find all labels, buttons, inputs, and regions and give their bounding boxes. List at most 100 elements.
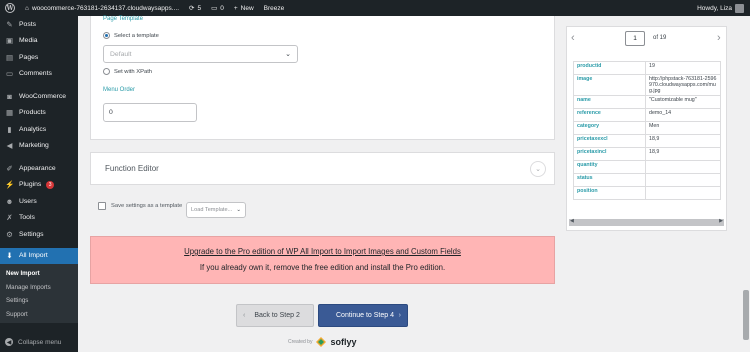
updates-link[interactable]: ⟳ 5	[184, 0, 206, 16]
comments-link[interactable]: ▭ 0	[206, 0, 229, 16]
woocommerce-icon: ◙	[7, 91, 12, 101]
site-name-link[interactable]: ⌂ woocommerce-763181-2634137.cloudwaysap…	[20, 0, 184, 16]
xpath-radio[interactable]: Set with XPath	[103, 68, 152, 75]
field-key[interactable]: quantity	[573, 160, 646, 174]
table-row: position	[573, 186, 721, 200]
field-key[interactable]: reference	[573, 108, 646, 122]
field-value[interactable]: Men	[645, 121, 721, 135]
sidebar-item-users[interactable]: ☻ Users	[0, 193, 78, 210]
field-key[interactable]: image	[573, 74, 646, 96]
field-key[interactable]: pricetaxincl	[573, 147, 646, 161]
sidebar-item-tools[interactable]: ✗ Tools	[0, 210, 78, 227]
scroll-right-icon[interactable]: ▶	[719, 218, 723, 224]
field-value[interactable]: 19	[645, 61, 721, 75]
sidebar-item-analytics[interactable]: ▮ Analytics	[0, 121, 78, 138]
account-menu[interactable]: Howdy, Liza	[697, 3, 750, 13]
preview-page-input[interactable]: 1	[625, 31, 645, 46]
table-row: category Men	[573, 121, 721, 135]
field-value[interactable]: 18,9	[645, 147, 721, 161]
sidebar-item-settings[interactable]: ⚙ Settings	[0, 226, 78, 243]
settings-icon: ⚙	[6, 229, 13, 239]
sidebar-item-label: All Import	[19, 252, 48, 260]
new-label: New	[240, 4, 254, 12]
chevron-right-icon[interactable]: ›	[717, 32, 721, 44]
continue-button[interactable]: Continue to Step 4 ›	[318, 304, 408, 327]
sidebar-item-comments[interactable]: ▭ Comments	[0, 66, 78, 83]
back-button[interactable]: ‹ Back to Step 2	[236, 304, 314, 327]
menu-order-input[interactable]: 0	[103, 103, 197, 122]
submenu-new-import[interactable]: New Import	[0, 267, 78, 281]
save-settings-row[interactable]: Save settings as a template	[98, 202, 182, 210]
collapse-menu-button[interactable]: ◀ Collapse menu	[5, 338, 61, 346]
created-by-text: Created by	[288, 339, 313, 345]
collapse-label: Collapse menu	[18, 338, 62, 346]
field-key[interactable]: status	[573, 173, 646, 187]
radio-unchecked-icon	[103, 68, 110, 75]
sidebar-item-appearance[interactable]: ✐ Appearance	[0, 160, 78, 177]
table-row: name "Customizable mug"	[573, 95, 721, 109]
submenu-manage-imports[interactable]: Manage Imports	[0, 281, 78, 295]
function-editor-panel[interactable]: Function Editor ⌄	[90, 152, 555, 185]
sidebar-item-posts[interactable]: ✎ Posts	[0, 16, 78, 33]
field-value[interactable]	[645, 173, 721, 187]
soflyy-brand[interactable]: soflyy	[330, 337, 356, 347]
scrollbar-thumb[interactable]	[743, 290, 749, 340]
field-key[interactable]: category	[573, 121, 646, 135]
sidebar-item-media[interactable]: ▣ Media	[0, 33, 78, 50]
sidebar-item-marketing[interactable]: ◀ Marketing	[0, 138, 78, 155]
media-icon: ▣	[5, 36, 14, 46]
template-select[interactable]: Default ⌄	[103, 45, 298, 63]
table-row: pricetaxincl 18,9	[573, 147, 721, 161]
sidebar-item-label: Pages	[19, 53, 39, 61]
home-icon: ⌂	[25, 4, 29, 12]
field-key[interactable]: name	[573, 95, 646, 109]
scroll-left-icon[interactable]: ◀	[570, 218, 574, 224]
chevron-down-icon[interactable]: ⌄	[530, 161, 546, 177]
sidebar-item-label: Appearance	[19, 164, 56, 172]
chevron-left-icon[interactable]: ‹	[571, 32, 575, 44]
sidebar-item-pages[interactable]: ▤ Pages	[0, 49, 78, 66]
field-key[interactable]: productid	[573, 61, 646, 75]
radio-label: Select a template	[114, 32, 159, 39]
sidebar-item-woocommerce[interactable]: ◙ WooCommerce	[0, 88, 78, 105]
field-key[interactable]: position	[573, 186, 646, 200]
site-name: woocommerce-763181-2634137.cloudwaysapps…	[31, 4, 179, 12]
submenu-settings[interactable]: Settings	[0, 294, 78, 308]
sidebar-item-all-import[interactable]: ⬇ All Import	[0, 247, 78, 264]
sidebar-item-plugins[interactable]: ⚡ Plugins 3	[0, 177, 78, 194]
field-value[interactable]	[645, 186, 721, 200]
field-value[interactable]: http://phpstack-763181-2596970.cloudways…	[645, 74, 721, 96]
sidebar-item-label: Analytics	[19, 125, 47, 133]
preview-horizontal-scrollbar[interactable]: ◀ ▶	[569, 218, 724, 226]
field-value[interactable]: demo_14	[645, 108, 721, 122]
upgrade-link[interactable]: Upgrade to the Pro edition of WP All Imp…	[91, 247, 554, 256]
field-value[interactable]: 18,9	[645, 134, 721, 148]
collapse-icon: ◀	[5, 338, 13, 346]
back-button-label: Back to Step 2	[254, 312, 300, 319]
submenu-support[interactable]: Support	[0, 308, 78, 322]
megaphone-icon: ◀	[6, 141, 13, 151]
breeze-menu[interactable]: Breeze	[259, 0, 290, 16]
table-row: quantity	[573, 160, 721, 174]
select-template-radio[interactable]: Select a template	[103, 32, 159, 39]
analytics-icon: ▮	[7, 124, 12, 134]
admin-bar: W ⌂ woocommerce-763181-2634137.cloudways…	[0, 0, 750, 16]
save-template-checkbox[interactable]	[98, 202, 106, 210]
new-content-link[interactable]: + New	[229, 0, 259, 16]
table-row: pricetaxexcl 18,9	[573, 134, 721, 148]
howdy-text: Howdy, Liza	[697, 4, 732, 12]
wp-logo-menu[interactable]: W	[0, 0, 20, 16]
soflyy-logo-icon	[316, 337, 327, 347]
field-key[interactable]: pricetaxexcl	[573, 134, 646, 148]
radio-checked-icon	[103, 32, 110, 39]
load-template-select[interactable]: Load Template... ⌄	[186, 202, 246, 218]
field-value[interactable]	[645, 160, 721, 174]
chevron-right-icon: ›	[398, 312, 401, 319]
field-value[interactable]: "Customizable mug"	[645, 95, 721, 109]
plus-icon: +	[233, 4, 238, 12]
all-import-submenu: New Import Manage Imports Settings Suppo…	[0, 264, 78, 323]
page-vertical-scrollbar[interactable]	[742, 16, 750, 352]
sidebar-item-label: Plugins	[19, 181, 42, 189]
sidebar-item-products[interactable]: ▦ Products	[0, 105, 78, 122]
preview-pagination: ‹ 1 of 19 ›	[567, 27, 726, 52]
